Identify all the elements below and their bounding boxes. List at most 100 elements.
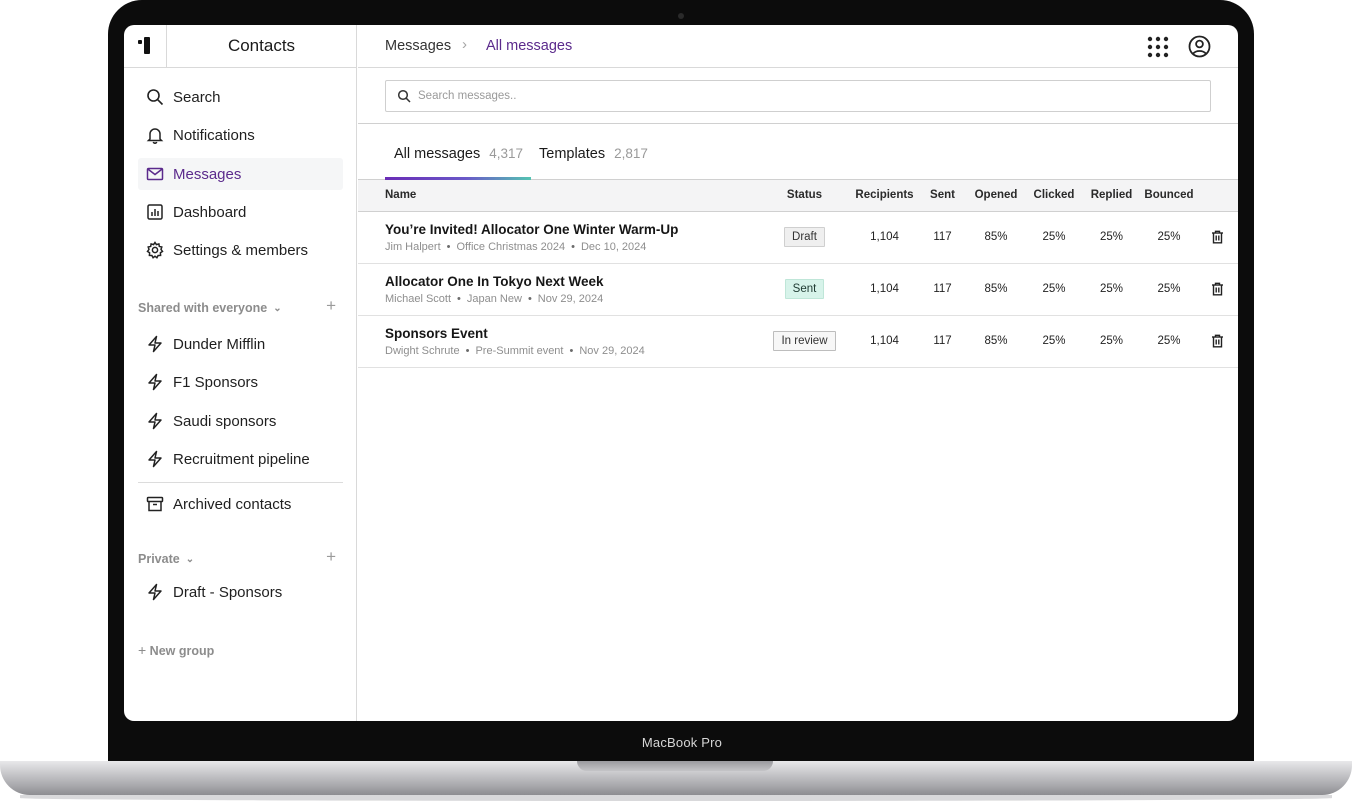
bolt-icon — [148, 450, 162, 468]
bolt-icon — [148, 583, 162, 601]
tab-templates[interactable]: Templates 2,817 — [539, 146, 648, 180]
status-cell: In review — [760, 315, 849, 367]
nav-notifications-label: Notifications — [173, 126, 255, 144]
add-shared-group-icon[interactable]: + — [326, 296, 336, 316]
nav-search[interactable]: Search — [138, 81, 343, 113]
status-cell: Sent — [760, 263, 849, 315]
col-opened-header[interactable]: Opened — [965, 180, 1027, 211]
tab-label: All messages — [394, 146, 481, 162]
recipients-cell: 1,104 — [870, 335, 899, 347]
nav-dashboard[interactable]: Dashboard — [138, 196, 343, 228]
nav-settings-label: Settings & members — [173, 241, 309, 259]
trash-icon[interactable] — [1211, 282, 1224, 296]
tab-all-messages[interactable]: All messages 4,317 — [394, 146, 523, 180]
message-name-cell: You’re Invited! Allocator One Winter War… — [358, 211, 760, 263]
bolt-icon — [148, 412, 162, 430]
private-heading-label: Private — [138, 552, 180, 566]
col-actions-header — [1196, 180, 1238, 211]
group-label: Dunder Mifflin — [173, 335, 266, 353]
group-recruitment-pipeline[interactable]: Recruitment pipeline — [138, 443, 343, 475]
user-avatar-icon[interactable] — [1188, 35, 1211, 58]
message-name-cell: Allocator One In Tokyo Next Week Michael… — [358, 263, 760, 315]
sent-cell: 117 — [933, 283, 952, 295]
opened-cell: 85% — [984, 335, 1008, 347]
sidebar-divider — [138, 482, 343, 483]
gear-icon — [146, 241, 164, 259]
logo-mark-bar — [144, 37, 150, 54]
group-draft-sponsors[interactable]: Draft - Sponsors — [138, 576, 343, 608]
message-date: Dec 10, 2024 — [580, 240, 647, 253]
col-clicked-header[interactable]: Clicked — [1027, 180, 1081, 211]
tab-count: 2,817 — [614, 146, 648, 161]
chart-icon — [147, 204, 163, 220]
col-status-header[interactable]: Status — [760, 180, 849, 211]
tab-count: 4,317 — [489, 146, 524, 161]
search-icon — [397, 89, 411, 103]
status-badge: In review — [773, 331, 836, 351]
search-input[interactable] — [418, 90, 1198, 102]
nav-dashboard-label: Dashboard — [173, 203, 247, 221]
bolt-icon — [148, 373, 162, 391]
nav-messages[interactable]: Messages — [138, 158, 343, 190]
main-panel: Messages › All messages All messages 4,3… — [358, 25, 1238, 721]
group-f1-sponsors[interactable]: F1 Sponsors — [138, 366, 343, 398]
laptop-base-notch — [577, 761, 773, 771]
mail-icon — [146, 167, 164, 181]
nav-settings[interactable]: Settings & members — [138, 234, 343, 266]
replied-cell: 25% — [1099, 335, 1124, 347]
apps-grid-icon[interactable] — [1147, 36, 1169, 58]
recipients-cell: 1,104 — [870, 231, 899, 243]
table-row[interactable]: Sponsors Event Dwight Schrute • Pre-Summit… — [358, 315, 1238, 367]
group-dunder-mifflin[interactable]: Dunder Mifflin — [138, 328, 343, 360]
private-section-heading[interactable]: Private ⌄ — [138, 550, 338, 568]
app-logo[interactable] — [124, 25, 167, 68]
message-title[interactable]: Allocator One In Tokyo Next Week — [385, 274, 760, 289]
message-title[interactable]: You’re Invited! Allocator One Winter War… — [385, 222, 760, 237]
message-date: Nov 29, 2024 — [579, 344, 645, 357]
message-author: Michael Scott — [385, 292, 452, 305]
device-label: MacBook Pro — [641, 735, 723, 750]
add-private-group-icon[interactable]: + — [326, 547, 336, 567]
nav-archived-contacts[interactable]: Archived contacts — [138, 488, 343, 520]
tab-label: Templates — [539, 146, 606, 162]
new-group-label: New group — [149, 644, 215, 658]
tabs-bar: All messages 4,317 Templates 2,817 — [358, 124, 1238, 180]
archived-label: Archived contacts — [173, 495, 292, 513]
trash-icon[interactable] — [1211, 230, 1224, 244]
actions-cell — [1196, 315, 1238, 367]
message-date: Nov 29, 2024 — [537, 292, 604, 305]
archive-icon — [146, 496, 164, 512]
camera-dot — [678, 13, 684, 19]
search-box[interactable] — [385, 80, 1211, 112]
sent-cell: 117 — [933, 231, 952, 243]
clicked-cell: 25% — [1042, 231, 1066, 243]
col-replied-header[interactable]: Replied — [1081, 180, 1142, 211]
message-group: Pre-Summit event — [475, 344, 564, 357]
breadcrumb-current: All messages — [486, 38, 573, 54]
shared-section-heading[interactable]: Shared with everyone ⌄ — [138, 299, 338, 317]
col-name-header[interactable]: Name — [358, 180, 760, 211]
message-title[interactable]: Sponsors Event — [385, 326, 760, 341]
breadcrumb-root[interactable]: Messages — [385, 38, 451, 54]
chevron-down-icon: ⌄ — [185, 553, 195, 565]
new-group-button[interactable]: + New group — [138, 642, 214, 658]
nav-notifications[interactable]: Notifications — [138, 119, 343, 151]
trash-icon[interactable] — [1211, 334, 1224, 348]
message-meta: Dwight Schrute • Pre-Summit event • Nov 29, … — [385, 344, 645, 357]
plus-icon: + — [138, 642, 147, 658]
app-window: Contacts Search Notifications Messages D… — [124, 25, 1238, 721]
clicked-cell: 25% — [1042, 335, 1066, 347]
search-bar-container — [358, 68, 1238, 124]
col-sent-header[interactable]: Sent — [920, 180, 965, 211]
table-row[interactable]: You’re Invited! Allocator One Winter War… — [358, 211, 1238, 263]
col-recipients-header[interactable]: Recipients — [849, 180, 920, 211]
group-label: Saudi sponsors — [173, 412, 277, 430]
group-saudi-sponsors[interactable]: Saudi sponsors — [138, 405, 343, 437]
col-bounced-header[interactable]: Bounced — [1142, 180, 1196, 211]
group-label: F1 Sponsors — [173, 373, 259, 391]
table-row[interactable]: Allocator One In Tokyo Next Week Michael… — [358, 263, 1238, 315]
bell-icon — [146, 128, 164, 144]
actions-cell — [1196, 211, 1238, 263]
group-label: Recruitment pipeline — [173, 450, 310, 468]
bolt-icon — [148, 335, 162, 353]
